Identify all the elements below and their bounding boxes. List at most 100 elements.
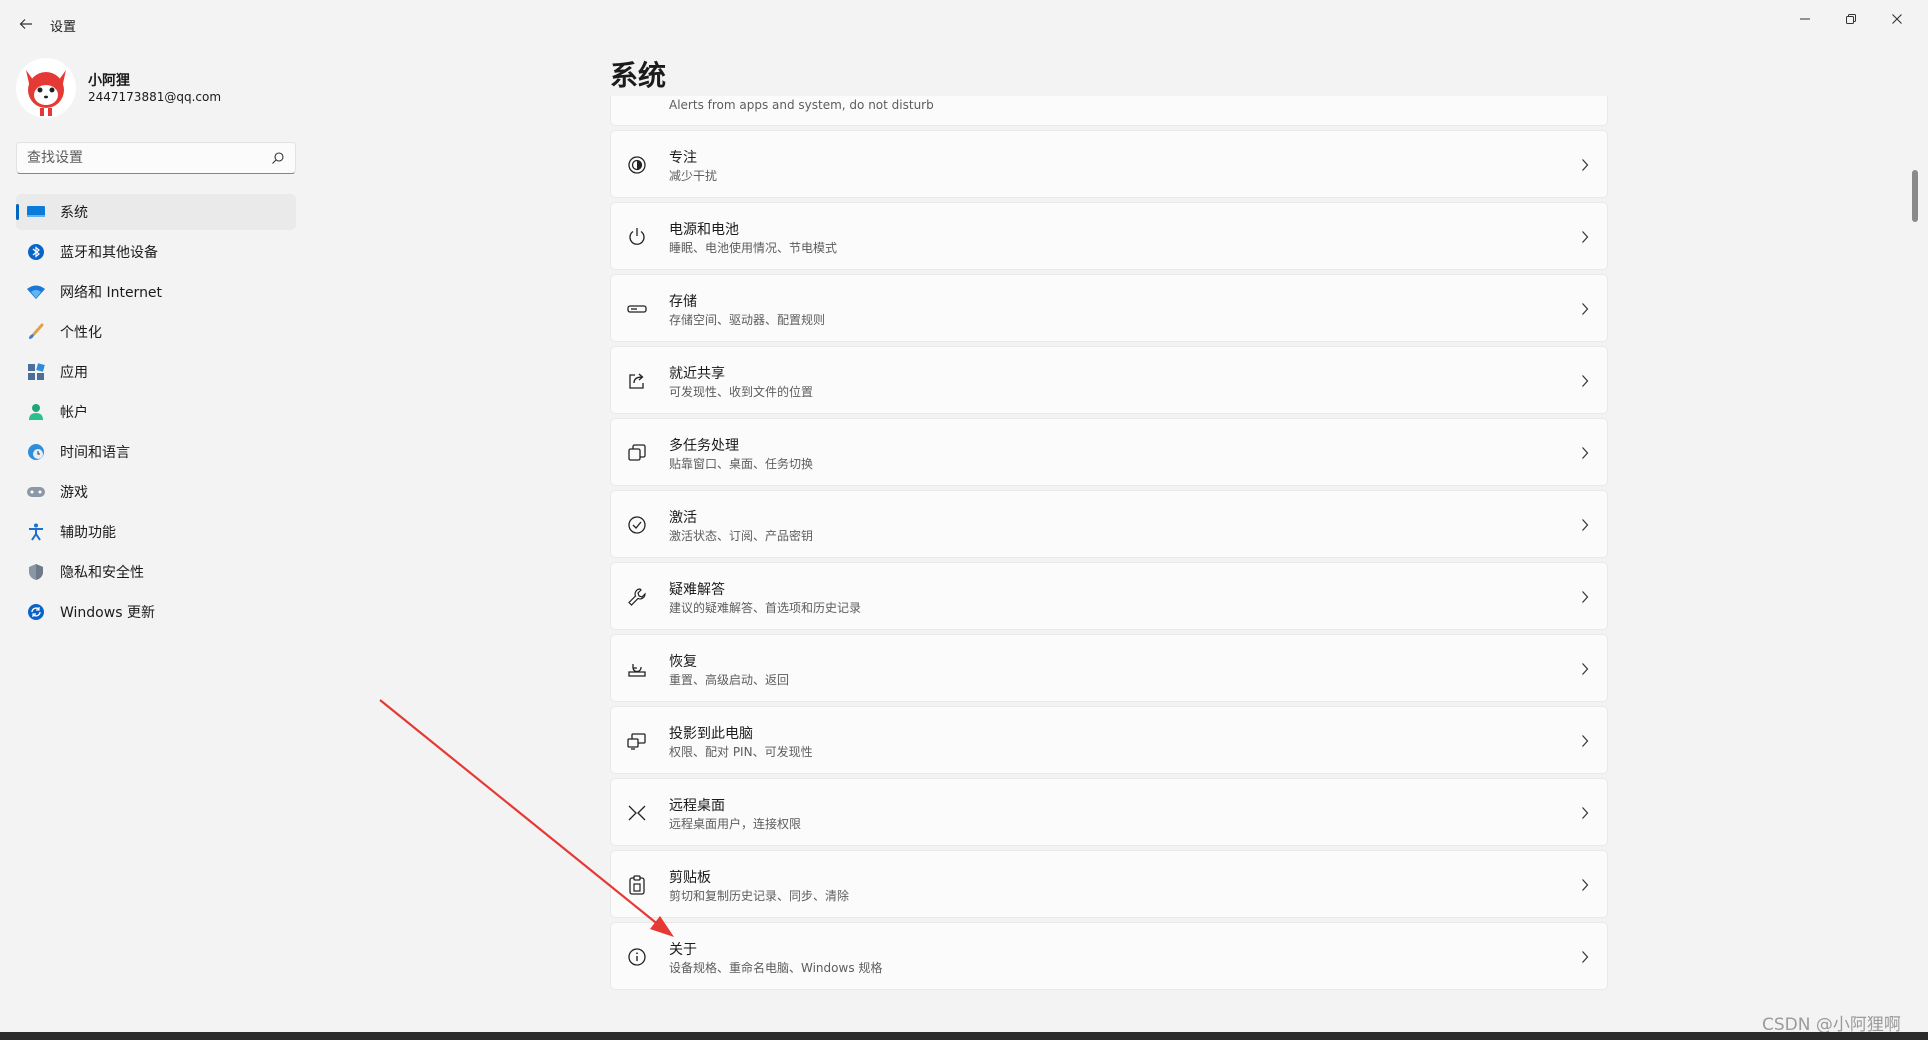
sidebar-item-label: Windows 更新 bbox=[60, 605, 155, 621]
card-title: 投影到此电脑 bbox=[669, 726, 753, 742]
sidebar-item-label: 帐户 bbox=[60, 405, 88, 421]
card-storage[interactable]: 存储 存储空间、驱动器、配置规则 bbox=[610, 274, 1608, 342]
card-recovery[interactable]: 恢复 重置、高级启动、返回 bbox=[610, 634, 1608, 702]
chevron-right-icon bbox=[1582, 807, 1589, 819]
remote-desktop-icon bbox=[628, 805, 646, 821]
card-subtitle: 远程桌面用户，连接权限 bbox=[669, 817, 802, 831]
card-subtitle: 可发现性、收到文件的位置 bbox=[669, 385, 814, 399]
card-subtitle: 存储空间、驱动器、配置规则 bbox=[669, 313, 826, 327]
page-title: 系统 bbox=[610, 59, 667, 92]
card-subtitle: 建议的疑难解答、首选项和历史记录 bbox=[669, 601, 862, 615]
info-icon bbox=[628, 948, 646, 966]
card-subtitle: 设备规格、重命名电脑、Windows 规格 bbox=[669, 961, 883, 975]
profile-email: 2447173881@qq.com bbox=[88, 90, 222, 104]
sidebar-item-windows-update[interactable]: Windows 更新 bbox=[16, 594, 296, 630]
card-remote-desktop[interactable]: 远程桌面 远程桌面用户，连接权限 bbox=[610, 778, 1608, 846]
card-title: 多任务处理 bbox=[669, 438, 739, 454]
card-nearby-sharing[interactable]: 就近共享 可发现性、收到文件的位置 bbox=[610, 346, 1608, 414]
sidebar-item-label: 系统 bbox=[60, 205, 88, 221]
card-subtitle: 减少干扰 bbox=[669, 169, 718, 183]
card-title: 关于 bbox=[669, 942, 697, 958]
sidebar-item-apps[interactable]: 应用 bbox=[16, 354, 296, 390]
sidebar-item-label: 蓝牙和其他设备 bbox=[60, 245, 158, 261]
card-title: 专注 bbox=[669, 150, 697, 166]
share-icon bbox=[629, 373, 644, 389]
multitask-icon bbox=[628, 444, 646, 461]
wifi-icon bbox=[26, 282, 46, 302]
settings-list: Alerts from apps and system, do not dist… bbox=[610, 96, 1608, 994]
app-title: 设置 bbox=[50, 20, 77, 35]
sidebar-item-network[interactable]: 网络和 Internet bbox=[16, 274, 296, 310]
avatar bbox=[16, 58, 76, 118]
chevron-right-icon bbox=[1582, 735, 1589, 747]
sidebar-item-label: 时间和语言 bbox=[60, 445, 130, 461]
sidebar-item-personalization[interactable]: 个性化 bbox=[16, 314, 296, 350]
partial-card-notifications[interactable]: Alerts from apps and system, do not dist… bbox=[610, 96, 1608, 126]
chevron-right-icon bbox=[1582, 879, 1589, 891]
check-circle-icon bbox=[628, 516, 646, 534]
chevron-right-icon bbox=[1582, 591, 1589, 603]
chevron-right-icon bbox=[1582, 447, 1589, 459]
projection-icon bbox=[627, 733, 646, 750]
card-title: 恢复 bbox=[669, 654, 697, 670]
card-project-to-pc[interactable]: 投影到此电脑 权限、配对 PIN、可发现性 bbox=[610, 706, 1608, 774]
search-input[interactable] bbox=[27, 143, 267, 173]
shield-icon bbox=[26, 562, 46, 582]
card-title: 剪贴板 bbox=[669, 870, 711, 886]
card-subtitle: 重置、高级启动、返回 bbox=[669, 673, 790, 687]
card-clipboard[interactable]: 剪贴板 剪切和复制历史记录、同步、清除 bbox=[610, 850, 1608, 918]
search-icon bbox=[272, 152, 284, 164]
user-profile[interactable]: 小阿狸 2447173881@qq.com bbox=[16, 58, 296, 118]
card-subtitle: 剪切和复制历史记录、同步、清除 bbox=[669, 889, 850, 903]
taskbar-edge bbox=[0, 1032, 1928, 1040]
card-troubleshoot[interactable]: 疑难解答 建议的疑难解答、首选项和历史记录 bbox=[610, 562, 1608, 630]
arrow-left-icon bbox=[19, 19, 32, 29]
card-multitasking[interactable]: 多任务处理 贴靠窗口、桌面、任务切换 bbox=[610, 418, 1608, 486]
card-subtitle: 睡眠、电池使用情况、节电模式 bbox=[669, 241, 838, 255]
recovery-icon bbox=[628, 664, 646, 677]
sidebar-item-label: 隐私和安全性 bbox=[60, 565, 144, 581]
chevron-right-icon bbox=[1582, 519, 1589, 531]
storage-icon bbox=[627, 305, 647, 313]
card-subtitle: 激活状态、订阅、产品密钥 bbox=[669, 529, 814, 543]
sidebar-item-system[interactable]: 系统 bbox=[16, 194, 296, 230]
chevron-right-icon bbox=[1582, 951, 1589, 963]
minimize-icon bbox=[1800, 18, 1810, 20]
card-activation[interactable]: 激活 激活状态、订阅、产品密钥 bbox=[610, 490, 1608, 558]
sidebar-item-privacy[interactable]: 隐私和安全性 bbox=[16, 554, 296, 590]
sidebar-item-label: 游戏 bbox=[60, 485, 88, 501]
back-button[interactable] bbox=[12, 10, 40, 38]
bluetooth-icon bbox=[26, 242, 46, 262]
monitor-icon bbox=[26, 202, 46, 222]
close-button[interactable] bbox=[1874, 4, 1920, 34]
person-icon bbox=[26, 402, 46, 422]
sidebar-item-accounts[interactable]: 帐户 bbox=[16, 394, 296, 430]
card-subtitle: 权限、配对 PIN、可发现性 bbox=[669, 745, 813, 759]
wrench-icon bbox=[628, 588, 646, 606]
title-bar: 设置 bbox=[0, 0, 1928, 48]
card-power-battery[interactable]: 电源和电池 睡眠、电池使用情况、节电模式 bbox=[610, 202, 1608, 270]
restore-button[interactable] bbox=[1828, 4, 1874, 34]
card-about[interactable]: 关于 设备规格、重命名电脑、Windows 规格 bbox=[610, 922, 1608, 990]
focus-icon bbox=[628, 156, 646, 174]
minimize-button[interactable] bbox=[1782, 4, 1828, 34]
card-focus[interactable]: 专注 减少干扰 bbox=[610, 130, 1608, 198]
sidebar-item-gaming[interactable]: 游戏 bbox=[16, 474, 296, 510]
power-icon bbox=[629, 228, 645, 245]
close-icon bbox=[1892, 14, 1902, 24]
sidebar-item-bluetooth[interactable]: 蓝牙和其他设备 bbox=[16, 234, 296, 270]
settings-search[interactable] bbox=[16, 142, 296, 174]
accessibility-icon bbox=[26, 522, 46, 542]
card-title: 激活 bbox=[669, 510, 697, 526]
sidebar-nav: 系统 蓝牙和其他设备 网络和 Internet 个性化 应用 帐户 时间和语言 … bbox=[16, 194, 296, 634]
clipboard-icon bbox=[629, 875, 645, 895]
apps-icon bbox=[26, 362, 46, 382]
sidebar-item-time-language[interactable]: 时间和语言 bbox=[16, 434, 296, 470]
sidebar-item-label: 网络和 Internet bbox=[60, 285, 163, 301]
scrollbar-thumb[interactable] bbox=[1912, 170, 1918, 222]
sidebar-item-label: 应用 bbox=[60, 365, 88, 381]
sidebar-item-accessibility[interactable]: 辅助功能 bbox=[16, 514, 296, 550]
sidebar-item-label: 辅助功能 bbox=[60, 525, 116, 541]
brush-icon bbox=[26, 322, 46, 342]
card-subtitle: 贴靠窗口、桌面、任务切换 bbox=[669, 457, 814, 471]
